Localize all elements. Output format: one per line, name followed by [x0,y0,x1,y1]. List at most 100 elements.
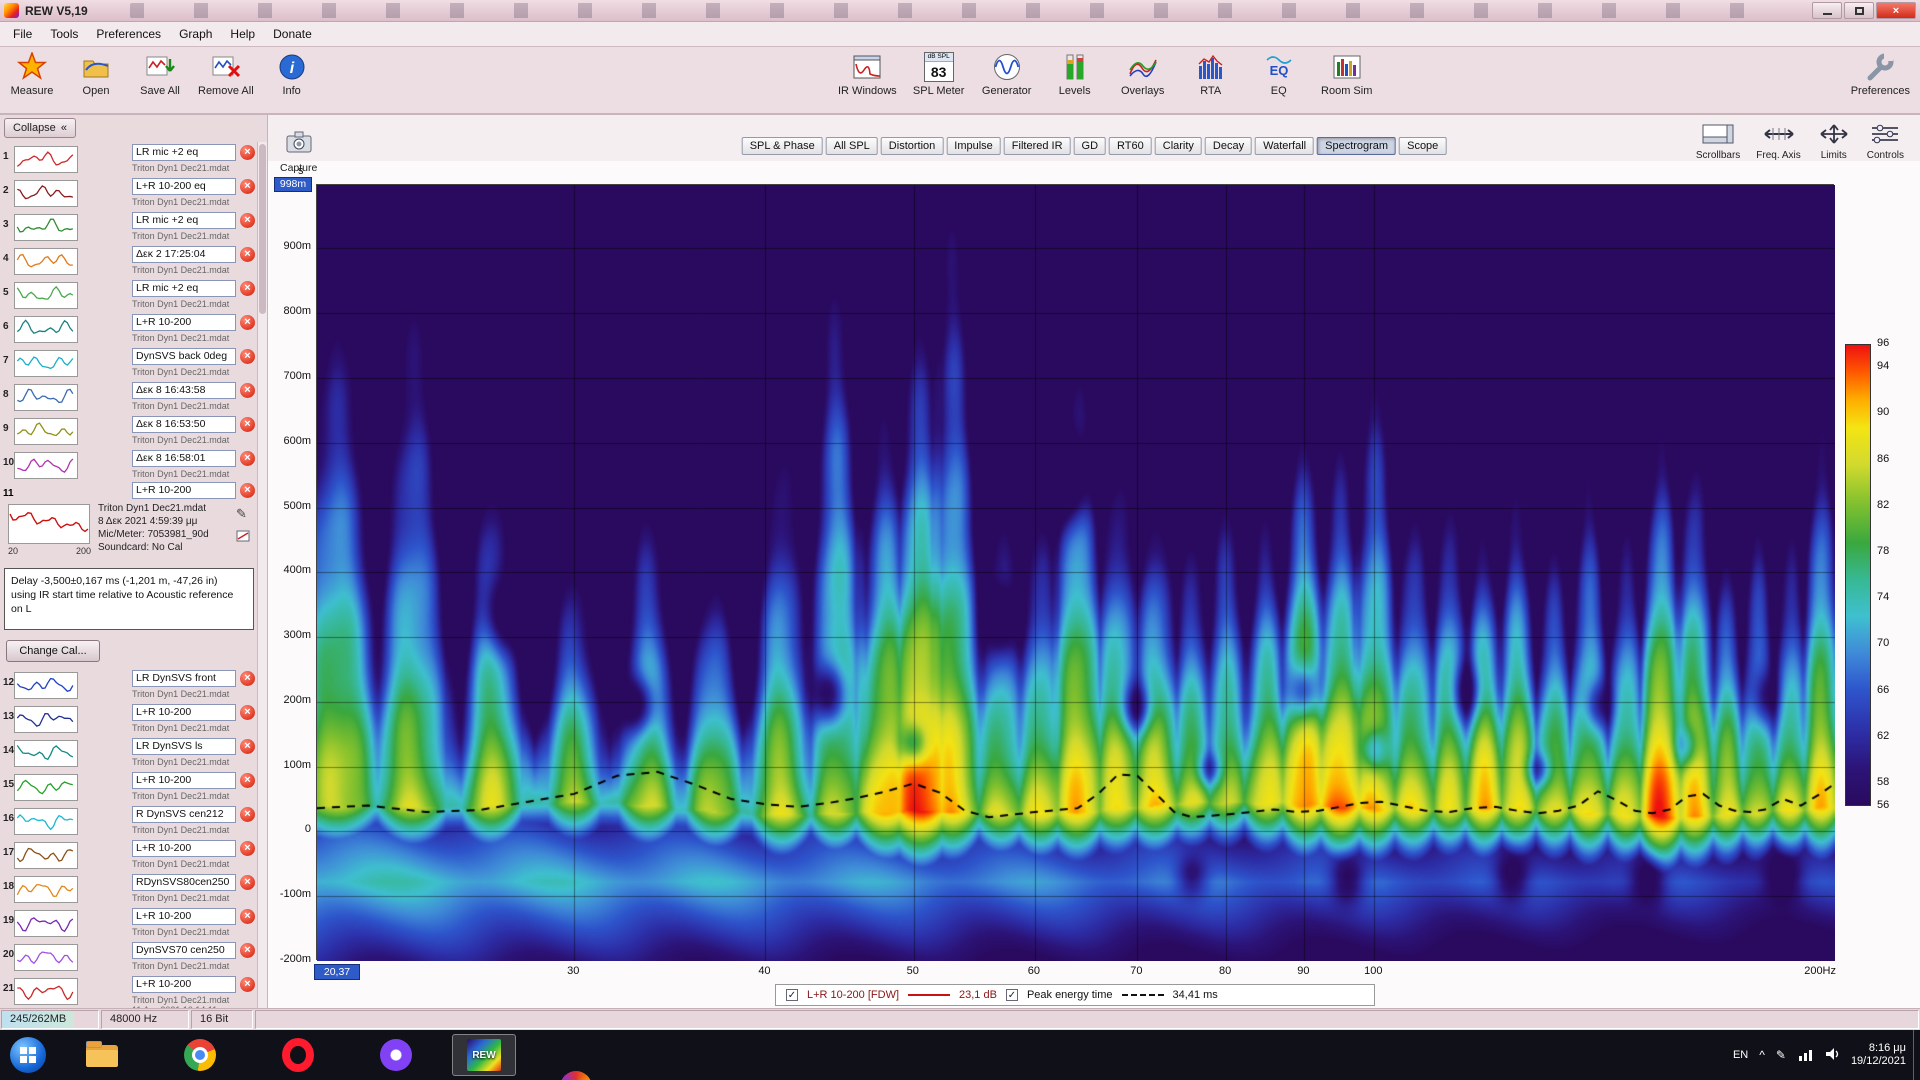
eq-button[interactable]: EQ EQ [1253,51,1305,97]
measurement-row[interactable]: 15 L+R 10-200 × Triton Dyn1 Dec21.mdat [0,770,256,804]
start-button[interactable] [10,1037,46,1073]
measurement-name-field[interactable]: LR mic +2 eq [132,144,236,161]
spl-meter-button[interactable]: dB SPL 83 SPL Meter [913,51,965,97]
measurement-row[interactable]: 9 Δεκ 8 16:53:50 × Triton Dyn1 Dec21.mdat [0,414,256,448]
scrollbar-thumb[interactable] [259,144,266,314]
measurement-name-field[interactable]: L+R 10-200 [132,772,236,789]
delete-measurement-button[interactable]: × [240,977,255,992]
cal-file-icon[interactable] [236,530,250,545]
measurement-row[interactable]: 5 LR mic +2 eq × Triton Dyn1 Dec21.mdat [0,278,256,312]
measurement-name-field[interactable]: Δεκ 8 16:58:01 [132,450,236,467]
measurement-row[interactable]: 20 DynSVS70 cen250 × Triton Dyn1 Dec21.mdat [0,940,256,974]
time-axis-max-field[interactable]: 998m [274,177,312,192]
measurement-name-field[interactable]: Δεκ 8 16:53:50 [132,416,236,433]
measurement-row[interactable]: 8 Δεκ 8 16:43:58 × Triton Dyn1 Dec21.mdat [0,380,256,414]
measurement-name-field[interactable]: DynSVS70 cen250 [132,942,236,959]
tab-clarity[interactable]: Clarity [1154,137,1202,155]
delete-measurement-button[interactable]: × [240,483,255,498]
delete-measurement-button[interactable]: × [240,739,255,754]
tab-rt60[interactable]: RT60 [1109,137,1152,155]
edit-notes-icon[interactable]: ✎ [236,506,250,522]
delete-measurement-button[interactable]: × [240,705,255,720]
language-indicator[interactable]: EN [1733,1049,1748,1061]
measurement-row[interactable]: 7 DynSVS back 0deg × Triton Dyn1 Dec21.mdat [0,346,256,380]
menu-donate[interactable]: Donate [264,24,321,44]
delete-measurement-button[interactable]: × [240,841,255,856]
measurement-name-field[interactable]: L+R 10-200 [132,482,236,499]
titlebar[interactable]: REW V5,19 × [0,0,1920,22]
measurement-name-field[interactable]: L+R 10-200 [132,976,236,993]
close-button[interactable]: × [1876,2,1916,19]
spectrogram-canvas[interactable] [317,185,1835,961]
delete-measurement-button[interactable]: × [240,671,255,686]
controls-button[interactable]: Controls [1867,123,1904,161]
measurement-name-field[interactable]: RDynSVS80cen250 [132,874,236,891]
rta-button[interactable]: RTA [1185,51,1237,97]
rew-taskbar-button[interactable]: REW [452,1034,516,1076]
delete-measurement-button[interactable]: × [240,807,255,822]
network-icon[interactable] [1797,1046,1813,1065]
measurement-row[interactable]: 21 L+R 10-200 × Triton Dyn1 Dec21.mdat11 Δε… [0,974,256,1008]
sidebar-scrollbar[interactable] [257,142,267,1008]
tab-distortion[interactable]: Distortion [880,137,944,155]
delete-measurement-button[interactable]: × [240,281,255,296]
measurement-name-field[interactable]: L+R 10-200 [132,908,236,925]
delete-measurement-button[interactable]: × [240,349,255,364]
tab-scope[interactable]: Scope [1399,137,1447,155]
delete-measurement-button[interactable]: × [240,909,255,924]
tab-gd[interactable]: GD [1073,137,1107,155]
levels-button[interactable]: Levels [1049,51,1101,97]
tab-filtered-ir[interactable]: Filtered IR [1003,137,1071,155]
overlays-button[interactable]: Overlays [1117,51,1169,97]
preferences-button[interactable]: Preferences [1851,51,1910,97]
measurement-row[interactable]: 19 L+R 10-200 × Triton Dyn1 Dec21.mdat [0,906,256,940]
limits-button[interactable]: Limits [1817,123,1851,161]
generator-button[interactable]: Generator [981,51,1033,97]
measurement-name-field[interactable]: LR mic +2 eq [132,212,236,229]
tab-spectrogram[interactable]: Spectrogram [1317,137,1397,155]
tab-spl-phase[interactable]: SPL & Phase [741,137,823,155]
delete-measurement-button[interactable]: × [240,451,255,466]
delete-measurement-button[interactable]: × [240,179,255,194]
chrome-browser-icon[interactable] [184,1039,216,1071]
freq-axis-min-field[interactable]: 20,37 [314,964,360,980]
menu-help[interactable]: Help [221,24,264,44]
room-sim-button[interactable]: Room Sim [1321,51,1373,97]
save-all-button[interactable]: Save All [134,51,186,97]
measurement-row[interactable]: 12 LR DynSVS front × Triton Dyn1 Dec21.mdat [0,668,256,702]
delete-measurement-button[interactable]: × [240,773,255,788]
collapse-sidebar-button[interactable]: Collapse « [4,118,76,138]
series-checkbox[interactable]: ✓ [786,989,798,1001]
tray-expand-icon[interactable]: ^ [1759,1048,1765,1062]
menu-tools[interactable]: Tools [41,24,87,44]
measurement-name-field[interactable]: Δεκ 8 16:43:58 [132,382,236,399]
tab-decay[interactable]: Decay [1204,137,1253,155]
delete-measurement-button[interactable]: × [240,315,255,330]
delete-measurement-button[interactable]: × [240,213,255,228]
measurement-row[interactable]: 13 L+R 10-200 × Triton Dyn1 Dec21.mdat [0,702,256,736]
measurement-name-field[interactable]: DynSVS back 0deg [132,348,236,365]
menu-graph[interactable]: Graph [170,24,221,44]
delete-measurement-button[interactable]: × [240,145,255,160]
delete-measurement-button[interactable]: × [240,417,255,432]
measurement-row[interactable]: 1 LR mic +2 eq × Triton Dyn1 Dec21.mdat [0,142,256,176]
delete-measurement-button[interactable]: × [240,875,255,890]
menu-file[interactable]: File [4,24,41,44]
open-button[interactable]: Open [70,51,122,97]
measurement-row[interactable]: 3 LR mic +2 eq × Triton Dyn1 Dec21.mdat [0,210,256,244]
measurement-name-field[interactable]: LR mic +2 eq [132,280,236,297]
show-desktop-button[interactable] [1913,1030,1920,1080]
tab-waterfall[interactable]: Waterfall [1255,137,1315,155]
measurement-row[interactable]: 18 RDynSVS80cen250 × Triton Dyn1 Dec21.mdat [0,872,256,906]
purple-app-icon[interactable] [380,1039,412,1071]
peak-energy-checkbox[interactable]: ✓ [1005,989,1018,1001]
measurement-row[interactable]: 14 LR DynSVS ls × Triton Dyn1 Dec21.mdat [0,736,256,770]
selected-measurement-panel[interactable]: 11 L+R 10-200 × 20 200 Triton Dyn1 Dec21… [0,482,256,566]
spectrogram-plot[interactable] [316,184,1835,961]
remove-all-button[interactable]: Remove All [198,51,254,97]
pen-input-icon[interactable]: ✎ [1776,1048,1786,1062]
delete-measurement-button[interactable]: × [240,943,255,958]
delete-measurement-button[interactable]: × [240,247,255,262]
measurement-name-field[interactable]: LR DynSVS front [132,670,236,687]
measurement-row[interactable]: 17 L+R 10-200 × Triton Dyn1 Dec21.mdat [0,838,256,872]
